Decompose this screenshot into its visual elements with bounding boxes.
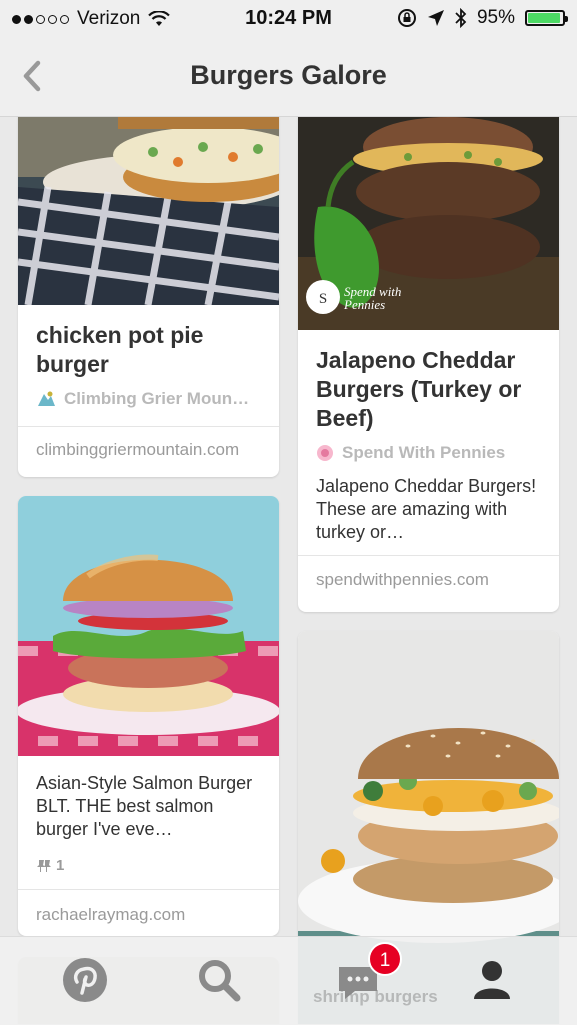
repin-row: 1	[36, 857, 261, 874]
svg-text:S: S	[319, 291, 327, 307]
battery-level	[528, 13, 561, 23]
tab-bar	[0, 936, 577, 1025]
status-bar: Verizon 10:24 PM 95%	[0, 0, 577, 36]
battery-percent: 95%	[476, 7, 515, 28]
card-divider	[18, 889, 279, 890]
status-right: 95%	[397, 7, 568, 29]
pin-card[interactable]: Asian-Style Salmon Burger BLT. THE best …	[18, 496, 279, 936]
pin-feed[interactable]: chicken pot pie burger Climbing Grier Mo…	[0, 117, 577, 1024]
pinner-avatar-icon	[317, 445, 333, 461]
pinner-name: Spend With Pennies	[342, 443, 506, 462]
rotation-lock-icon	[397, 9, 416, 27]
notification-badge: 1	[368, 942, 402, 976]
image-watermark: Spend with Pennies	[344, 284, 402, 312]
pin-domain[interactable]: rachaelraymag.com	[36, 905, 185, 925]
pin-card[interactable]: S Spend with Pennies Jalapeno Cheddar Bu…	[298, 117, 559, 612]
battery-icon	[525, 10, 568, 26]
pin-title[interactable]: Jalapeno Cheddar Burgers (Turkey or Beef…	[316, 346, 541, 433]
pin-description[interactable]: Asian-Style Salmon Burger BLT. THE best …	[36, 772, 261, 841]
pinner-avatar-icon	[38, 391, 55, 406]
pin-card[interactable]: chicken pot pie burger Climbing Grier Mo…	[18, 117, 279, 477]
pinner-row[interactable]: Spend With Pennies	[316, 443, 541, 463]
pinterest-home-icon[interactable]	[60, 955, 110, 1005]
pin-description[interactable]: Jalapeno Cheddar Burgers! These are amaz…	[316, 475, 541, 544]
repin-count: 1	[56, 857, 65, 874]
bluetooth-icon	[455, 8, 467, 28]
board-title: Burgers Galore	[190, 60, 387, 90]
pinner-name: Climbing Grier Moun…	[64, 389, 250, 408]
pinner-row[interactable]: Climbing Grier Moun…	[36, 389, 261, 409]
peek-text: shrimp burgers	[313, 987, 438, 1006]
card-divider	[18, 426, 279, 427]
pin-image[interactable]: S Spend with Pennies	[298, 117, 559, 330]
card-divider	[298, 555, 559, 556]
location-arrow-icon	[427, 10, 444, 26]
pin-domain[interactable]: spendwithpennies.com	[316, 570, 489, 590]
pin-domain[interactable]: climbinggriermountain.com	[36, 440, 239, 460]
pin-image[interactable]	[18, 496, 279, 756]
search-icon[interactable]	[194, 955, 244, 1005]
pin-count-icon	[37, 859, 51, 872]
pin-image[interactable]	[18, 117, 279, 305]
profile-icon[interactable]	[467, 955, 517, 1005]
navigation-bar: Burgers Galore	[0, 36, 577, 117]
pin-title[interactable]: chicken pot pie burger	[36, 321, 261, 379]
